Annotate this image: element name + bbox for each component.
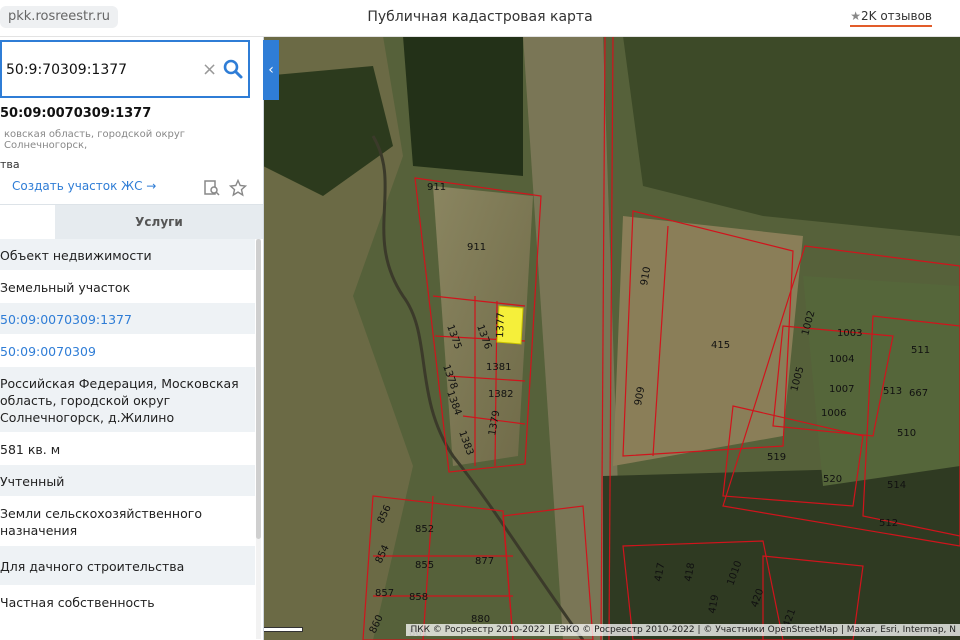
attr-object-kind: Земельный участок	[0, 271, 255, 303]
chevron-left-icon: ‹	[268, 62, 274, 78]
map-label: 858	[409, 592, 428, 603]
map-label: 513	[883, 386, 902, 397]
forest-area	[403, 36, 523, 176]
map-label: 877	[475, 556, 494, 567]
star-icon: ★	[850, 9, 861, 23]
property-attributes: Объект недвижимости Земельный участок 50…	[0, 239, 255, 618]
map-label: 1007	[829, 384, 854, 395]
reviews-link[interactable]: ★2K отзывов	[850, 9, 932, 27]
map-label: 1377	[495, 312, 507, 338]
attr-cadastral-number[interactable]: 50:09:0070309:1377	[0, 303, 255, 335]
attr-cadastral-quarter[interactable]: 50:09:0070309	[0, 335, 255, 367]
map-label: 514	[887, 480, 906, 491]
map-label: 512	[879, 518, 898, 529]
address-snippet-2: тва	[0, 158, 20, 171]
attr-status: Учтенный	[0, 465, 255, 497]
tab-info[interactable]	[0, 205, 55, 239]
star-outline-icon[interactable]	[229, 179, 247, 197]
cadastral-number-link[interactable]: 50:09:0070309:1377	[0, 312, 132, 327]
village-area	[803, 276, 960, 486]
attr-land-category: Земли сельскохозяйственного назначения	[0, 497, 255, 546]
map-label: 1003	[837, 328, 862, 339]
search-icon[interactable]	[222, 58, 244, 80]
map-label: 1381	[486, 362, 511, 373]
map-label: 911	[427, 182, 446, 193]
create-parcel-link[interactable]: Создать участок ЖС →	[12, 179, 156, 193]
info-panel: 50:9:70309:1377 × 50:09:0070309:1377 ков…	[0, 36, 264, 640]
attr-address: Российская Федерация, Московская область…	[0, 367, 255, 433]
attr-permitted-use: Для дачного строительства	[0, 546, 255, 586]
map-label: 510	[897, 428, 916, 439]
attr-object-type: Объект недвижимости	[0, 239, 255, 271]
cadastral-quarter-link[interactable]: 50:09:0070309	[0, 344, 96, 359]
map-label: 667	[909, 388, 928, 399]
satellite-map[interactable]: 911 911 1375 1376 1377 1378 1381 1384 13…	[263, 36, 960, 640]
map-attribution: ПКК © Росреестр 2010-2022 | ЕЭКО © Росре…	[406, 624, 960, 636]
map-view[interactable]: 911 911 1375 1376 1377 1378 1381 1384 13…	[263, 36, 960, 640]
tab-services[interactable]: Услуги	[55, 205, 263, 239]
cadastral-number-title: 50:09:0070309:1377	[0, 106, 152, 121]
map-label: 857	[375, 588, 394, 599]
attr-area: 581 кв. м	[0, 433, 255, 465]
address-snippet: ковская область, городской округ Солнечн…	[4, 129, 186, 151]
collapse-panel-button[interactable]: ‹	[263, 40, 279, 100]
attr-ownership: Частная собственность	[0, 586, 255, 618]
map-label: 415	[711, 340, 730, 351]
search-document-icon[interactable]	[203, 179, 221, 197]
close-icon[interactable]: ×	[202, 59, 217, 80]
map-label: 519	[767, 452, 786, 463]
scrollbar[interactable]	[256, 239, 261, 639]
page-title: Публичная кадастровая карта	[367, 9, 593, 25]
map-label: 511	[911, 345, 930, 356]
map-label: 852	[415, 524, 434, 535]
browser-top-bar: pkk.rosreestr.ru Публичная кадастровая к…	[0, 0, 960, 37]
forest-area	[603, 466, 960, 640]
map-label: 1382	[488, 389, 513, 400]
search-box[interactable]: 50:9:70309:1377 ×	[0, 40, 250, 98]
panel-tabs: Услуги	[0, 204, 263, 239]
map-label: 1004	[829, 354, 854, 365]
search-input[interactable]: 50:9:70309:1377	[6, 62, 127, 78]
map-label: 855	[415, 560, 434, 571]
scrollbar-thumb[interactable]	[256, 239, 261, 539]
map-label: 1006	[821, 408, 846, 419]
map-label: 520	[823, 474, 842, 485]
reviews-label: 2K отзывов	[861, 9, 932, 23]
scale-bar	[263, 627, 303, 632]
map-label: 911	[467, 242, 486, 253]
